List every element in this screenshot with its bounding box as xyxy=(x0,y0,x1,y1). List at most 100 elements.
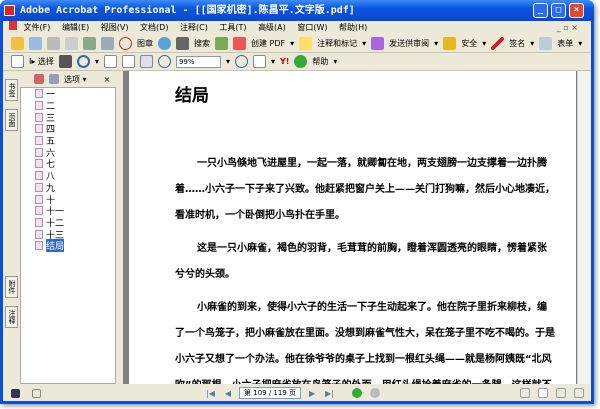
bookmark-item[interactable]: 一 xyxy=(21,88,115,100)
prev-page-button[interactable]: ◀ xyxy=(225,389,231,398)
bookmark-item[interactable]: 六 xyxy=(21,146,115,159)
zoom-input[interactable]: 99% xyxy=(175,55,221,68)
side-tabs: 书签 页面 附件 注释 xyxy=(3,71,19,386)
hand-tool-icon[interactable] xyxy=(11,55,24,68)
create-pdf-icon xyxy=(233,37,246,50)
zoom-out-icon[interactable] xyxy=(157,55,171,68)
email-icon[interactable] xyxy=(83,37,96,50)
bookmark-page-icon xyxy=(35,147,43,157)
menu-help[interactable]: 帮助(H) xyxy=(339,23,367,32)
close-panel-button[interactable]: × xyxy=(104,75,111,84)
create-pdf-button[interactable]: 创建 PDF xyxy=(251,38,285,49)
new-bookmark-icon[interactable] xyxy=(34,74,44,84)
open-icon[interactable] xyxy=(11,37,24,50)
menu-file[interactable]: 文件(F) xyxy=(24,23,51,32)
bookmark-page-icon xyxy=(35,182,43,192)
menu-edit[interactable]: 编辑(E) xyxy=(62,23,89,32)
last-page-button[interactable]: ▶| xyxy=(325,389,334,398)
bookmarks-panel: 选项 ▾ × 一二三四五六七八九十十一 十二 十三 结局 xyxy=(20,71,116,384)
select-tool-button[interactable]: I▸ 选择 xyxy=(29,56,54,67)
menu-document[interactable]: 文档(D) xyxy=(140,23,168,32)
send-review-button[interactable]: 发送供审阅 xyxy=(389,38,429,49)
bookmark-item[interactable]: 二 xyxy=(21,100,115,112)
zoom-plus-icon[interactable] xyxy=(234,55,248,68)
delete-bookmark-icon[interactable] xyxy=(49,74,59,84)
save-icon[interactable] xyxy=(47,37,60,50)
tab-bookmarks[interactable]: 书签 xyxy=(5,79,18,101)
title-bar: Adobe Acrobat Professional - [[国家机密].陈昌平… xyxy=(0,0,594,21)
image-icon[interactable] xyxy=(215,37,228,50)
facing-icon[interactable] xyxy=(556,388,567,398)
toolbar-view: I▸ 选择 ▾ 99% ▾ ▾ Y! 帮助 ▾ xyxy=(3,53,591,71)
bookmark-item[interactable]: 三 xyxy=(21,111,115,124)
menu-comments[interactable]: 注释(C) xyxy=(180,23,208,32)
security-button[interactable]: 安全 xyxy=(461,38,477,49)
menu-window[interactable]: 窗口(W) xyxy=(297,23,327,32)
actual-size-icon[interactable] xyxy=(103,55,117,68)
bookmark-page-icon xyxy=(35,124,43,134)
fit-page-icon[interactable] xyxy=(121,55,135,68)
organizer-icon[interactable] xyxy=(29,37,42,50)
print-icon[interactable] xyxy=(65,37,78,50)
go-back-icon[interactable] xyxy=(352,388,363,398)
go-forward-icon[interactable] xyxy=(370,388,381,398)
yahoo-icon[interactable]: Y! xyxy=(280,57,289,66)
bookmark-item[interactable]: 四 xyxy=(21,123,115,135)
menu-view[interactable]: 视图(V) xyxy=(101,23,129,32)
close-button[interactable]: × xyxy=(569,3,584,18)
comment-markup-button[interactable]: 注释和标记 xyxy=(317,38,357,49)
bookmark-item[interactable]: 十 xyxy=(21,193,115,206)
forms-icon xyxy=(539,37,553,50)
document-area: 结局 一只小鸟倏地飞进屋里，一起一落，就卿匐在地，两支翅膀一边支撑着一边扑腾着…… xyxy=(123,71,590,384)
paragraph: 这是一只小麻雀，褐色的羽背，毛茸茸的前胸，瞪着浑圆透亮的眼睛，愣着紧张兮兮的头颈… xyxy=(175,243,547,280)
rotate-icon[interactable] xyxy=(252,55,266,68)
app-window: Adobe Acrobat Professional - [[国家机密].陈昌平… xyxy=(0,0,594,404)
snapshot-icon[interactable] xyxy=(58,55,72,68)
stamp-button[interactable]: 图章 xyxy=(137,38,153,49)
sign-button[interactable]: 签名 xyxy=(509,38,525,49)
select-label: 选择 xyxy=(37,57,54,66)
bookmark-label: 结局 xyxy=(46,239,65,253)
options-button[interactable]: 选项 ▾ xyxy=(64,74,87,85)
bookmark-item[interactable]: 五 xyxy=(21,135,115,147)
page-number-input[interactable]: 第 109 / 119 页 xyxy=(239,387,301,399)
vertical-scrollbar[interactable] xyxy=(577,71,590,384)
continuous-icon[interactable] xyxy=(538,388,549,398)
lock-icon xyxy=(443,37,457,50)
bookmark-item[interactable]: 七 xyxy=(21,158,115,170)
options-label: 选项 xyxy=(64,74,80,84)
first-page-button[interactable]: |◀ xyxy=(206,389,215,398)
window-title: Adobe Acrobat Professional - [[国家机密].陈昌平… xyxy=(20,5,355,16)
stamp-icon xyxy=(119,37,132,50)
tab-attachments[interactable]: 附件 xyxy=(5,276,18,298)
web-icon[interactable] xyxy=(158,37,171,50)
bookmark-page-icon xyxy=(35,171,43,181)
forms-button[interactable]: 表单 xyxy=(557,38,573,49)
bookmark-page-icon xyxy=(35,89,43,99)
menu-bar: 文件(F) 编辑(E) 视图(V) 文档(D) 注释(C) 工具(T) 高级(A… xyxy=(3,21,591,35)
bookmark-item[interactable]: 十三 xyxy=(21,228,115,241)
next-page-button[interactable]: ▶ xyxy=(309,389,315,398)
toolbar-file: 图章 搜索 创建 PDF ▾ 注释和标记 ▾ 发送供审阅 ▾ 安全 ▾ 签名 ▾ 表单 ▾ xyxy=(3,35,591,53)
bookmark-item[interactable]: 八 xyxy=(21,170,115,182)
bookmark-item[interactable]: 九 xyxy=(21,182,115,194)
bookmark-page-icon xyxy=(35,206,43,216)
search-button[interactable]: 搜索 xyxy=(194,38,210,49)
attach-icon[interactable] xyxy=(101,37,114,50)
tab-pages[interactable]: 页面 xyxy=(5,109,18,131)
bookmark-item[interactable]: 十一 xyxy=(21,205,115,217)
maximize-button[interactable]: □ xyxy=(551,3,566,18)
menu-advanced[interactable]: 高级(A) xyxy=(258,23,286,32)
continuous-facing-icon[interactable] xyxy=(574,388,585,398)
panel-toggle-icon[interactable] xyxy=(11,388,20,398)
help-button[interactable]: 帮助 xyxy=(312,56,328,67)
menu-tools[interactable]: 工具(T) xyxy=(219,23,246,32)
tab-comments[interactable]: 注释 xyxy=(5,306,18,328)
bookmark-item[interactable]: 结局 xyxy=(21,239,115,253)
doc-window-controls[interactable]: _ ▫ × xyxy=(557,21,578,35)
zoom-in-icon[interactable] xyxy=(76,55,90,68)
bookmark-item[interactable]: 十二 xyxy=(21,217,115,229)
fit-width-icon[interactable] xyxy=(139,55,153,68)
minimize-button[interactable]: _ xyxy=(533,3,548,18)
single-page-icon[interactable] xyxy=(520,388,531,398)
